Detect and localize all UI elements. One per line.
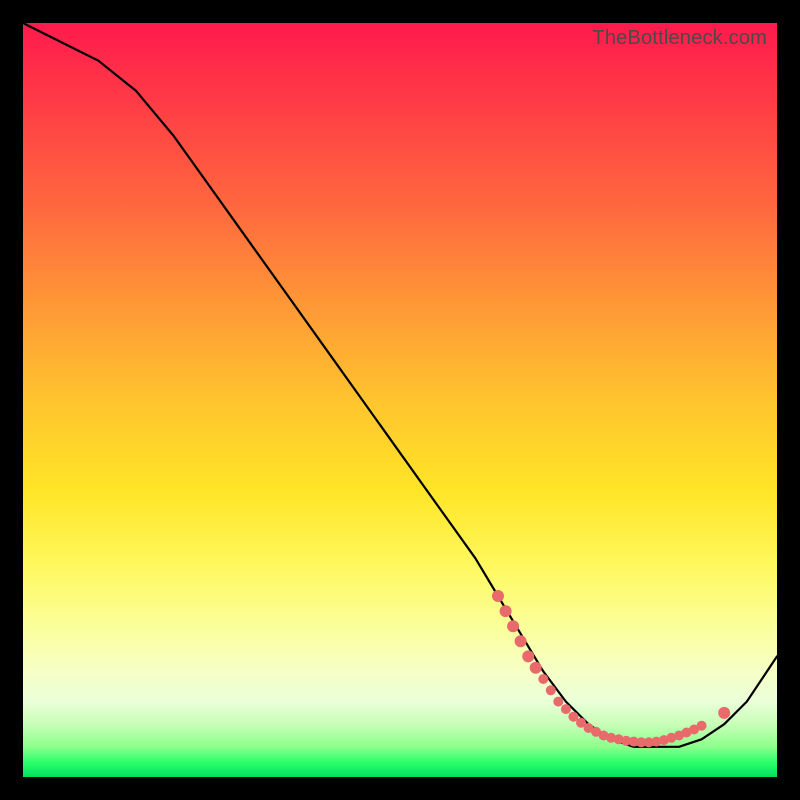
marker-dot (553, 697, 563, 707)
chart-svg (23, 23, 777, 777)
chart-frame: TheBottleneck.com (0, 0, 800, 800)
marker-dot (546, 685, 556, 695)
marker-dot (507, 620, 519, 632)
marker-dot (718, 707, 730, 719)
plot-area: TheBottleneck.com (23, 23, 777, 777)
curve-line (23, 23, 777, 747)
marker-dot (538, 674, 548, 684)
marker-dot (515, 635, 527, 647)
marker-dot (561, 704, 571, 714)
marker-dot (500, 605, 512, 617)
marker-dot (522, 650, 534, 662)
marker-dot (530, 662, 542, 674)
curve-markers (492, 590, 730, 747)
marker-dot (492, 590, 504, 602)
marker-dot (697, 721, 707, 731)
